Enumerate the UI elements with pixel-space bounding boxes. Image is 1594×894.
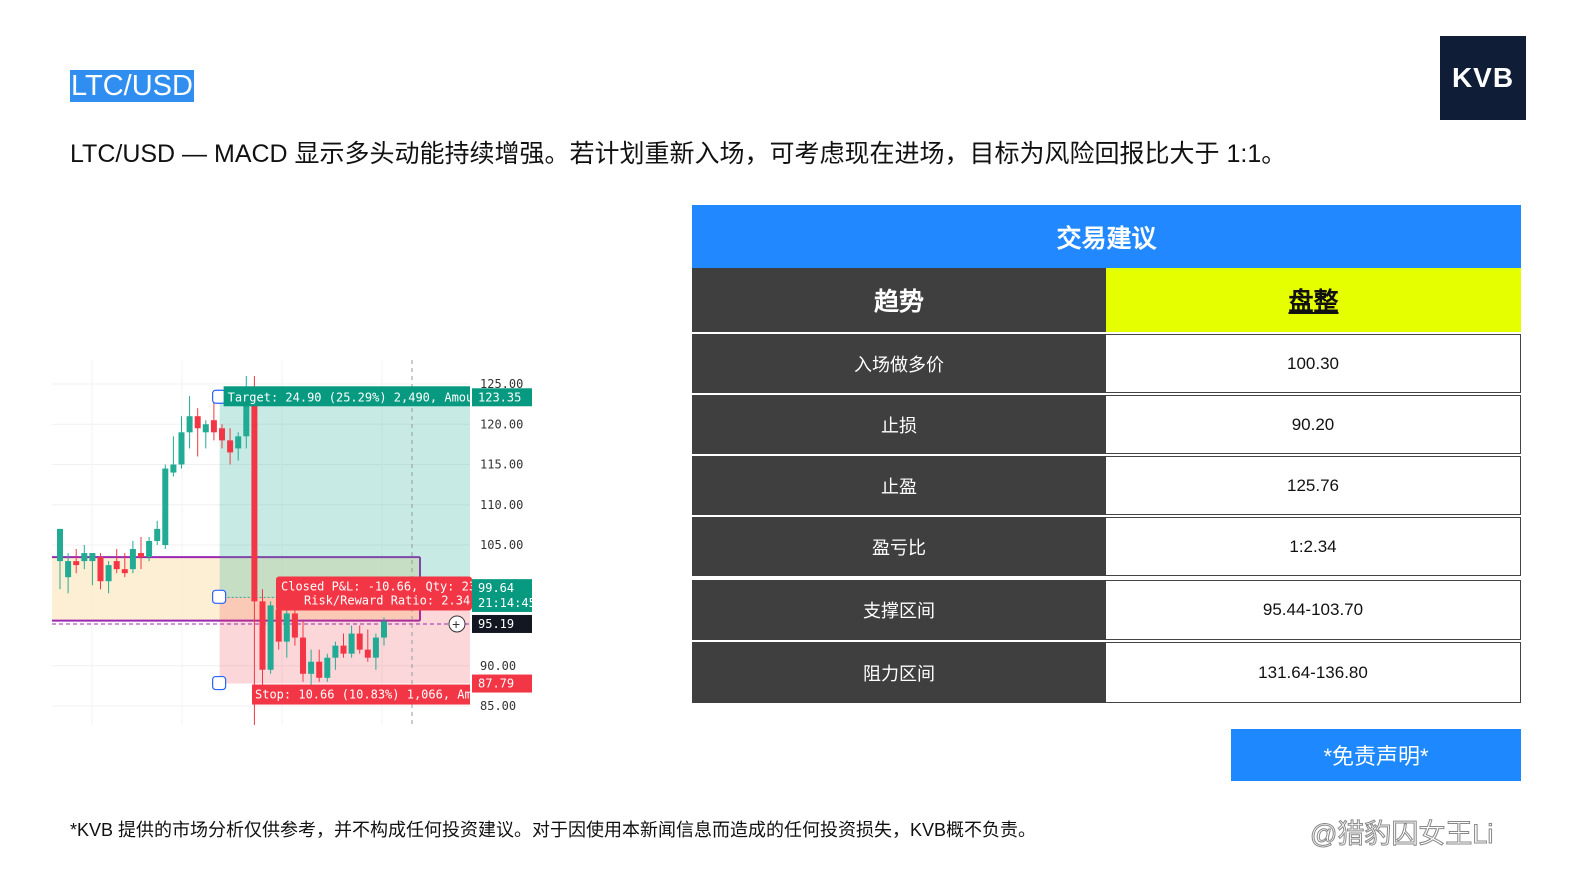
- candle-body: [219, 428, 225, 441]
- footer-disclaimer: *KVB 提供的市场分析仅供参考，并不构成任何投资建议。对于因使用本新闻信息而造…: [70, 820, 1037, 840]
- candle-body: [348, 633, 355, 654]
- candle-body: [146, 540, 153, 558]
- candle-body: [97, 557, 104, 582]
- row-key: 止盈: [692, 456, 1106, 515]
- kvb-logo: KVB: [1440, 36, 1526, 120]
- price-tag: 87.79: [478, 677, 514, 691]
- table-heading: 交易建议: [692, 205, 1521, 268]
- candle-body: [202, 424, 209, 433]
- candle-body: [138, 553, 144, 558]
- candle-body: [259, 601, 266, 670]
- table-row: 止盈 125.76: [692, 456, 1521, 517]
- candle-body: [356, 633, 363, 650]
- candle-body: [372, 637, 379, 658]
- candle-body: [300, 637, 306, 674]
- candle-body: [113, 561, 120, 570]
- y-tick-label: 85.00: [480, 699, 516, 713]
- candle-body: [283, 613, 290, 642]
- candle-body: [340, 645, 347, 654]
- watermark: @猎豹囚女王Li: [1309, 819, 1494, 850]
- candle-body: [324, 657, 331, 678]
- row-value: 90.20: [1106, 395, 1521, 454]
- candle-body: [129, 549, 136, 570]
- candle-body: [65, 561, 72, 578]
- y-tick-label: 105.00: [480, 538, 523, 552]
- trade-suggestion-table: 交易建议 趋势 盘整 入场做多价 100.30 止损 90.20 止盈 125.…: [692, 205, 1521, 705]
- candle-body: [178, 432, 185, 465]
- price-chart: Target: 24.90 (25.29%) 2,490, Amount Stop…: [52, 360, 534, 725]
- row-key: 支撑区间: [692, 580, 1106, 640]
- add-icon-glyph: +: [452, 616, 460, 632]
- candle-body: [308, 661, 315, 674]
- price-tag: 99.64: [478, 581, 514, 595]
- candle-body: [81, 553, 88, 562]
- table-row: 盈亏比 1:2.34: [692, 517, 1521, 580]
- trend-value: 盘整: [1106, 268, 1521, 332]
- analysis-summary: LTC/USD — MACD 显示多头动能持续增强。若计划重新入场，可考虑现在进…: [70, 140, 1287, 168]
- candle-body: [267, 605, 274, 670]
- y-tick-label: 115.00: [480, 458, 523, 472]
- table-row: 入场做多价 100.30: [692, 334, 1521, 395]
- candle-body: [291, 613, 298, 638]
- target-label: Target: 24.90 (25.29%) 2,490, Amount: [228, 390, 488, 404]
- trend-row: 趋势 盘整: [692, 268, 1521, 334]
- candle-body: [57, 528, 63, 562]
- candle-body: [275, 609, 282, 642]
- price-tag: 95.19: [478, 617, 514, 631]
- candle-body: [227, 440, 234, 453]
- disclaimer-button[interactable]: *免责声明*: [1231, 729, 1521, 781]
- candle-body: [251, 392, 258, 602]
- candle-body: [162, 468, 169, 545]
- candle-body: [121, 569, 128, 574]
- candle-body: [364, 649, 371, 658]
- y-tick-label: 120.00: [480, 417, 523, 431]
- candle-body: [210, 420, 217, 433]
- row-key: 阻力区间: [692, 642, 1106, 703]
- table-row: 阻力区间 131.64-136.80: [692, 642, 1521, 705]
- candle-body: [316, 661, 323, 678]
- candle-body: [381, 621, 387, 638]
- row-value: 125.76: [1106, 456, 1521, 515]
- y-tick-label: 90.00: [480, 659, 516, 673]
- candle-body: [154, 528, 161, 541]
- rr-label: Risk/Reward Ratio: 2.34: [304, 593, 470, 607]
- stop-label: Stop: 10.66 (10.83%) 1,066, Amoun: [255, 688, 493, 702]
- candle-body: [89, 553, 96, 562]
- candle-body: [332, 645, 339, 658]
- candle-body: [235, 436, 242, 449]
- y-tick-label: 110.00: [480, 498, 523, 512]
- price-tag: 123.35: [478, 390, 521, 404]
- candle-body: [170, 464, 177, 473]
- drag-handle: [212, 675, 227, 691]
- row-value: 95.44-103.70: [1106, 580, 1521, 640]
- price-tag: 21:14:45: [478, 596, 534, 610]
- row-value: 131.64-136.80: [1106, 642, 1521, 703]
- pnl-label: Closed P&L: -10.66, Qty: 23.4: [281, 579, 491, 593]
- row-key: 止损: [692, 395, 1106, 454]
- table-row: 止损 90.20: [692, 395, 1521, 456]
- candle-body: [194, 416, 201, 429]
- page-title: LTC/USD: [70, 70, 194, 102]
- row-value: 100.30: [1106, 334, 1521, 393]
- row-key: 盈亏比: [692, 517, 1106, 576]
- row-key: 入场做多价: [692, 334, 1106, 393]
- trend-label: 趋势: [692, 268, 1106, 332]
- drag-handle: [212, 589, 227, 604]
- candle-body: [73, 561, 80, 566]
- candle-body: [186, 416, 193, 433]
- table-row: 支撑区间 95.44-103.70: [692, 580, 1521, 642]
- candle-body: [105, 565, 112, 582]
- row-value: 1:2.34: [1106, 517, 1521, 576]
